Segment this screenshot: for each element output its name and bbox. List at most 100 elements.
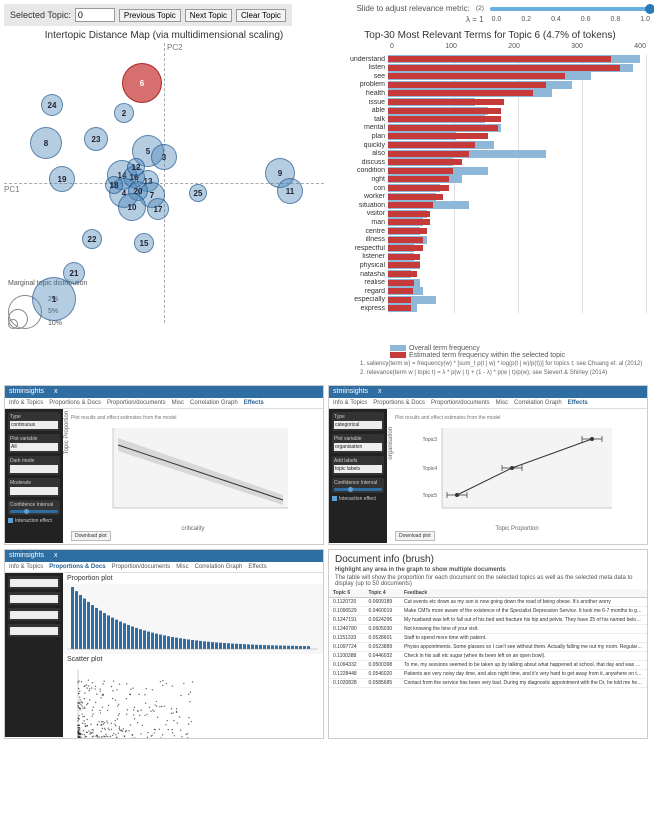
col-topic4[interactable]: Topic 4 xyxy=(365,589,401,598)
term-bar-situation[interactable]: situation xyxy=(330,201,646,209)
table-row[interactable]: 0.10208280.0585685Contact from the servi… xyxy=(329,678,647,687)
table-row[interactable]: 0.10943320.0500398To me, my sessions see… xyxy=(329,660,647,669)
topic-bubble-8[interactable]: 8 xyxy=(30,127,62,159)
table-row[interactable]: 0.10905290.0460019Make CMTs more aware o… xyxy=(329,606,647,615)
tab-misc[interactable]: Misc xyxy=(172,400,184,406)
proportion-plot[interactable] xyxy=(63,584,323,654)
term-bar-worker[interactable]: worker xyxy=(330,193,646,201)
download-button[interactable]: Download plot xyxy=(395,531,435,541)
term-bar-listener[interactable]: listener xyxy=(330,253,646,261)
term-bar-mental[interactable]: mental xyxy=(330,124,646,132)
tab-info-topics[interactable]: Info & Topics xyxy=(9,400,43,406)
slider-thumb[interactable] xyxy=(645,4,654,14)
close-icon[interactable]: x xyxy=(54,388,58,395)
table-row[interactable]: 0.12407800.0605030Not knowing the time o… xyxy=(329,624,647,633)
selected-topic-input[interactable] xyxy=(75,8,115,22)
topic-bubble-6[interactable]: 6 xyxy=(122,63,162,103)
term-bar-condition[interactable]: condition xyxy=(330,167,646,175)
close-icon[interactable]: x xyxy=(378,388,382,395)
topic-bubble-18[interactable]: 18 xyxy=(105,176,123,194)
term-bar-able[interactable]: able xyxy=(330,107,646,115)
term-bar-visitor[interactable]: visitor xyxy=(330,210,646,218)
checkbox-icon[interactable] xyxy=(332,496,337,501)
term-bar-express[interactable]: express xyxy=(330,304,646,312)
tab-info-topics[interactable]: Info & Topics xyxy=(9,564,43,570)
term-bar-problem[interactable]: problem xyxy=(330,81,646,89)
term-bar-talk[interactable]: talk xyxy=(330,115,646,123)
topic-bubble-24[interactable]: 24 xyxy=(41,94,63,116)
checkbox-icon[interactable] xyxy=(8,518,13,523)
intertopic-map[interactable]: PC1 PC2 Marginal topic distribution 2% 5… xyxy=(4,43,324,323)
term-bar-health[interactable]: health xyxy=(330,89,646,97)
topic-bubble-22[interactable]: 22 xyxy=(82,229,102,249)
term-bar-understand[interactable]: understand xyxy=(330,55,646,63)
term-bar-centre[interactable]: centre xyxy=(330,227,646,235)
term-bar-natasha[interactable]: natasha xyxy=(330,270,646,278)
col-feedback[interactable]: Feedback xyxy=(400,589,647,598)
type-select[interactable]: categorical xyxy=(334,421,382,429)
tab-proportions-docs[interactable]: Proportions & Docs xyxy=(49,564,105,570)
table-row[interactable]: 0.11207200.0609189Cut events etc down as… xyxy=(329,597,647,606)
topic-bubble-23[interactable]: 23 xyxy=(84,127,108,151)
sel[interactable] xyxy=(8,576,60,589)
term-bar-plan[interactable]: plan xyxy=(330,132,646,140)
term-bar-issue[interactable]: issue xyxy=(330,98,646,106)
term-bar-discuss[interactable]: discuss xyxy=(330,158,646,166)
tab-info-topics[interactable]: Info & Topics xyxy=(333,400,367,406)
sel[interactable] xyxy=(8,624,60,637)
tab-effects[interactable]: Effects xyxy=(244,400,264,406)
term-bar-physical[interactable]: physical xyxy=(330,261,646,269)
topic-bubble-3[interactable]: 3 xyxy=(151,144,177,170)
col-topic6[interactable]: Topic 6 xyxy=(329,589,365,598)
next-topic-button[interactable]: Next Topic xyxy=(185,9,232,22)
tab-effects[interactable]: Effects xyxy=(248,564,266,570)
term-bar-see[interactable]: see xyxy=(330,72,646,80)
term-bar-especially[interactable]: especially xyxy=(330,296,646,304)
tab-correlation-graph[interactable]: Correlation Graph xyxy=(514,400,562,406)
tab-effects[interactable]: Effects xyxy=(568,400,588,406)
term-bar-respectful[interactable]: respectful xyxy=(330,244,646,252)
plotvar-select[interactable]: organisation xyxy=(334,443,382,451)
addlabel-select[interactable]: topic labels xyxy=(334,465,382,473)
ci-slider[interactable] xyxy=(10,510,58,513)
sel[interactable] xyxy=(8,592,60,605)
plotvar-select[interactable]: All xyxy=(10,443,58,451)
topic-bubble-1[interactable]: 1 xyxy=(32,277,76,321)
term-bar-realise[interactable]: realise xyxy=(330,279,646,287)
term-bar-listen[interactable]: listen xyxy=(330,64,646,72)
tab-misc[interactable]: Misc xyxy=(496,400,508,406)
term-bar-also[interactable]: also xyxy=(330,150,646,158)
relevance-slider[interactable] xyxy=(490,7,650,11)
tab-correlation-graph[interactable]: Correlation Graph xyxy=(195,564,243,570)
ci-slider[interactable] xyxy=(334,488,382,491)
moderate-select[interactable] xyxy=(10,487,58,495)
tab-proportion-documents[interactable]: Proportion/documents xyxy=(107,400,166,406)
term-bar-quickly[interactable]: quickly xyxy=(330,141,646,149)
topic-bubble-12[interactable]: 12 xyxy=(127,158,145,176)
topic-bubble-11[interactable]: 11 xyxy=(277,178,303,204)
type-select[interactable]: continuous xyxy=(10,421,58,429)
table-row[interactable]: 0.11513330.0528601Staff to spend more ti… xyxy=(329,633,647,642)
term-bar-right[interactable]: right xyxy=(330,175,646,183)
tab-proportions-docs[interactable]: Proportions & Docs xyxy=(373,400,425,406)
topic-bubble-2[interactable]: 2 xyxy=(114,103,134,123)
scatter-plot[interactable] xyxy=(63,665,323,739)
table-row[interactable]: 0.12284480.0546020Patients are very nois… xyxy=(329,669,647,678)
prev-topic-button[interactable]: Previous Topic xyxy=(119,9,181,22)
topic-bubble-19[interactable]: 19 xyxy=(49,166,75,192)
tab-misc[interactable]: Misc xyxy=(176,564,188,570)
clear-topic-button[interactable]: Clear Topic xyxy=(236,9,286,22)
table-row[interactable]: 0.11003880.0446032Check in his salt etc … xyxy=(329,651,647,660)
topic-bubble-15[interactable]: 15 xyxy=(134,233,154,253)
topic-bubble-25[interactable]: 25 xyxy=(189,184,207,202)
tab-proportions-docs[interactable]: Proportions & Docs xyxy=(49,400,101,406)
sel[interactable] xyxy=(8,608,60,621)
tab-proportion-documents[interactable]: Proportion/documents xyxy=(112,564,171,570)
download-button[interactable]: Download plot xyxy=(71,531,111,541)
term-bar-regard[interactable]: regard xyxy=(330,287,646,295)
table-row[interactable]: 0.12471910.0624296My husband was left to… xyxy=(329,615,647,624)
term-bar-illness[interactable]: illness xyxy=(330,236,646,244)
topic-bubble-10[interactable]: 10 xyxy=(118,193,146,221)
close-icon[interactable]: x xyxy=(54,552,58,559)
topic-bubble-17[interactable]: 17 xyxy=(147,198,169,220)
